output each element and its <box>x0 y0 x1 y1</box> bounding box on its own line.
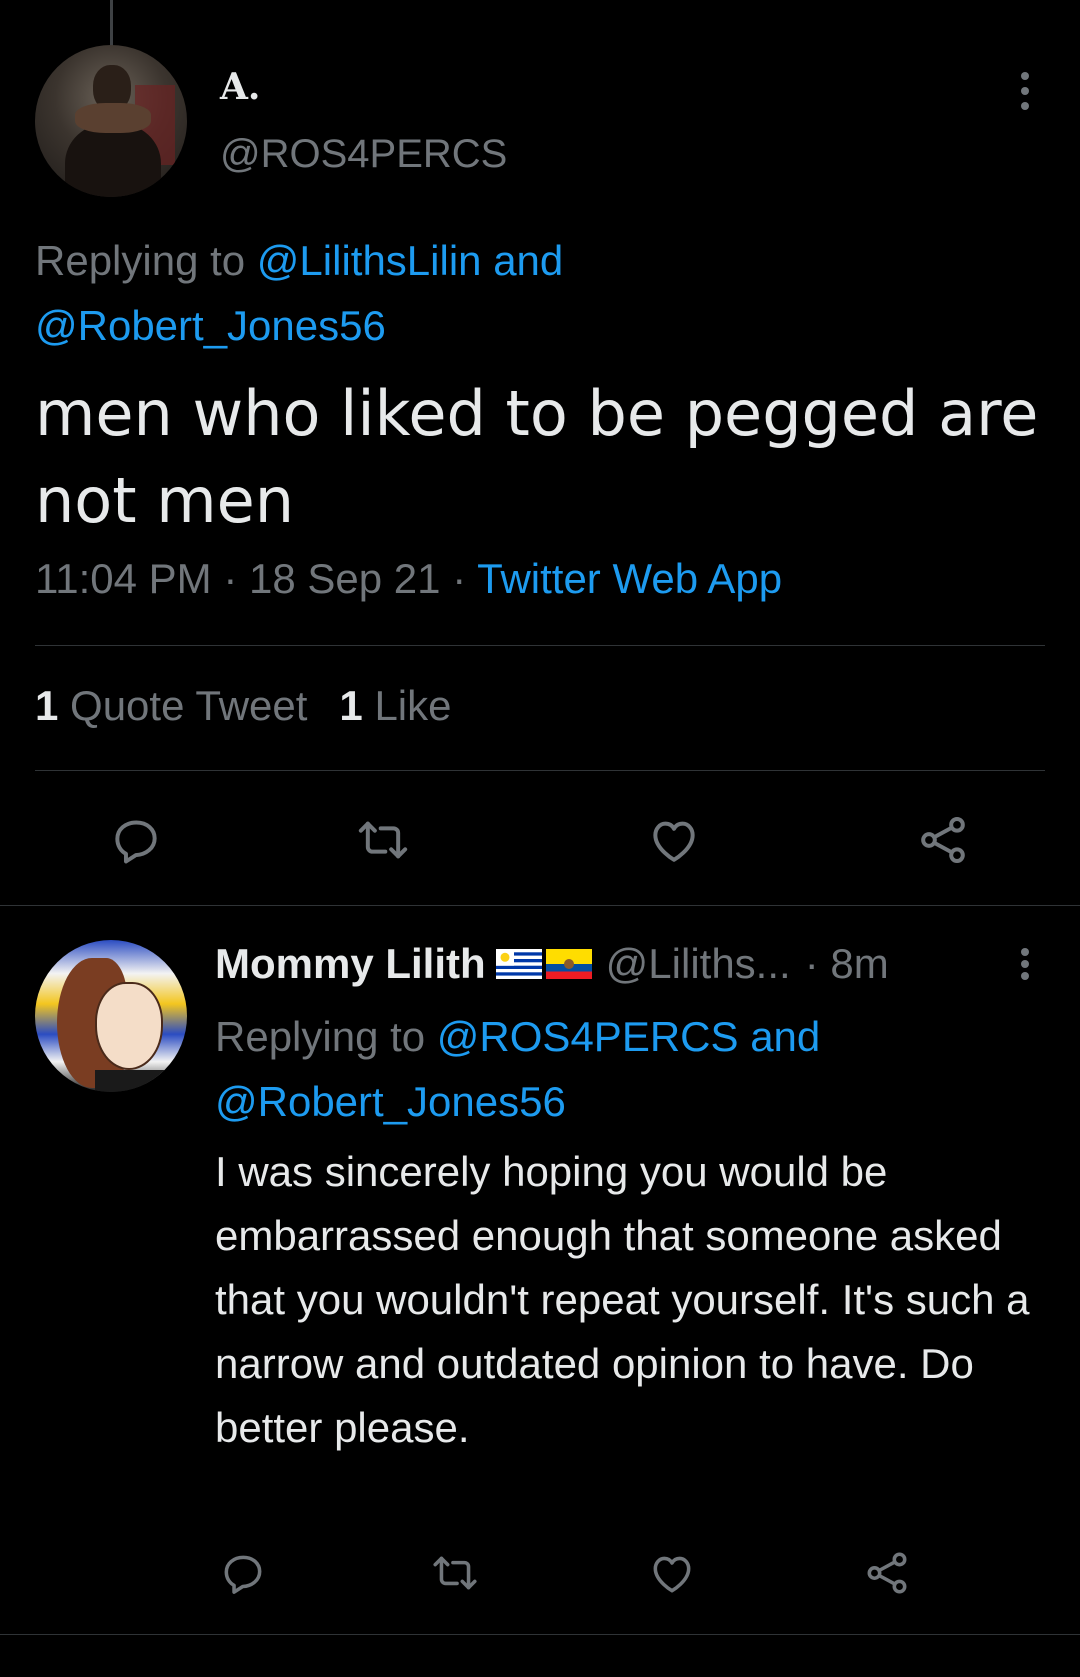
replying-and: and <box>750 1013 821 1060</box>
heart-icon[interactable] <box>647 1548 697 1598</box>
more-icon[interactable] <box>1010 948 1040 980</box>
meta-separator: · <box>452 555 467 602</box>
more-icon[interactable] <box>1010 72 1040 110</box>
tweet-meta: 11:04 PM · 18 Sep 21 · Twitter Web App <box>35 555 782 603</box>
avatar[interactable] <box>35 45 187 197</box>
uruguay-flag-icon <box>495 949 542 979</box>
main-tweet: A. @ROS4PERCS Replying to @LilithsLilin … <box>0 0 1080 906</box>
mention-link[interactable]: @Robert_Jones56 <box>215 1078 566 1125</box>
likes-stat[interactable]: 1 Like <box>339 682 451 729</box>
mention-link[interactable]: @ROS4PERCS <box>437 1013 739 1060</box>
avatar[interactable] <box>35 940 187 1092</box>
replying-to: Replying to @ROS4PERCS and @Robert_Jones… <box>215 1004 1035 1134</box>
author-handle[interactable]: @Liliths... <box>606 940 791 988</box>
share-icon[interactable] <box>915 812 971 868</box>
share-icon[interactable] <box>862 1548 912 1598</box>
ecuador-flag-icon <box>545 949 592 979</box>
author-name[interactable]: A. <box>220 66 260 108</box>
tweet-text: I was sincerely hoping you would be emba… <box>215 1148 1030 1451</box>
tweet-stats: 1 Quote Tweet 1 Like <box>35 682 452 730</box>
author-name[interactable]: Mommy Lilith <box>215 940 486 988</box>
retweet-icon[interactable] <box>430 1548 480 1598</box>
tweet-time[interactable]: 11:04 PM <box>35 555 212 602</box>
tweet-time-ago[interactable]: · 8m <box>805 940 889 988</box>
tweet-date[interactable]: 18 Sep 21 <box>249 555 441 602</box>
reply-icon[interactable] <box>218 1548 268 1598</box>
heart-icon[interactable] <box>646 812 702 868</box>
replying-prefix: Replying to <box>35 237 246 284</box>
replying-and: and <box>493 237 564 284</box>
divider <box>35 770 1045 771</box>
tweet-source[interactable]: Twitter Web App <box>477 555 782 602</box>
tweet-text: men who liked to be pegged are not men <box>35 377 1039 537</box>
mention-link[interactable]: @LilithsLilin <box>257 237 482 284</box>
divider <box>35 645 1045 646</box>
quote-tweets-stat[interactable]: 1 Quote Tweet <box>35 682 307 729</box>
author-handle[interactable]: @ROS4PERCS <box>220 132 507 177</box>
meta-separator: · <box>223 555 238 602</box>
replying-prefix: Replying to <box>215 1013 426 1060</box>
reply-header: Mommy Lilith @Liliths... · 8m <box>215 940 889 988</box>
reply-icon[interactable] <box>108 812 164 868</box>
divider <box>0 1634 1080 1635</box>
retweet-icon[interactable] <box>355 812 411 868</box>
mention-link[interactable]: @Robert_Jones56 <box>35 302 386 349</box>
replying-to: Replying to @LilithsLilin and @Robert_Jo… <box>35 228 1035 358</box>
